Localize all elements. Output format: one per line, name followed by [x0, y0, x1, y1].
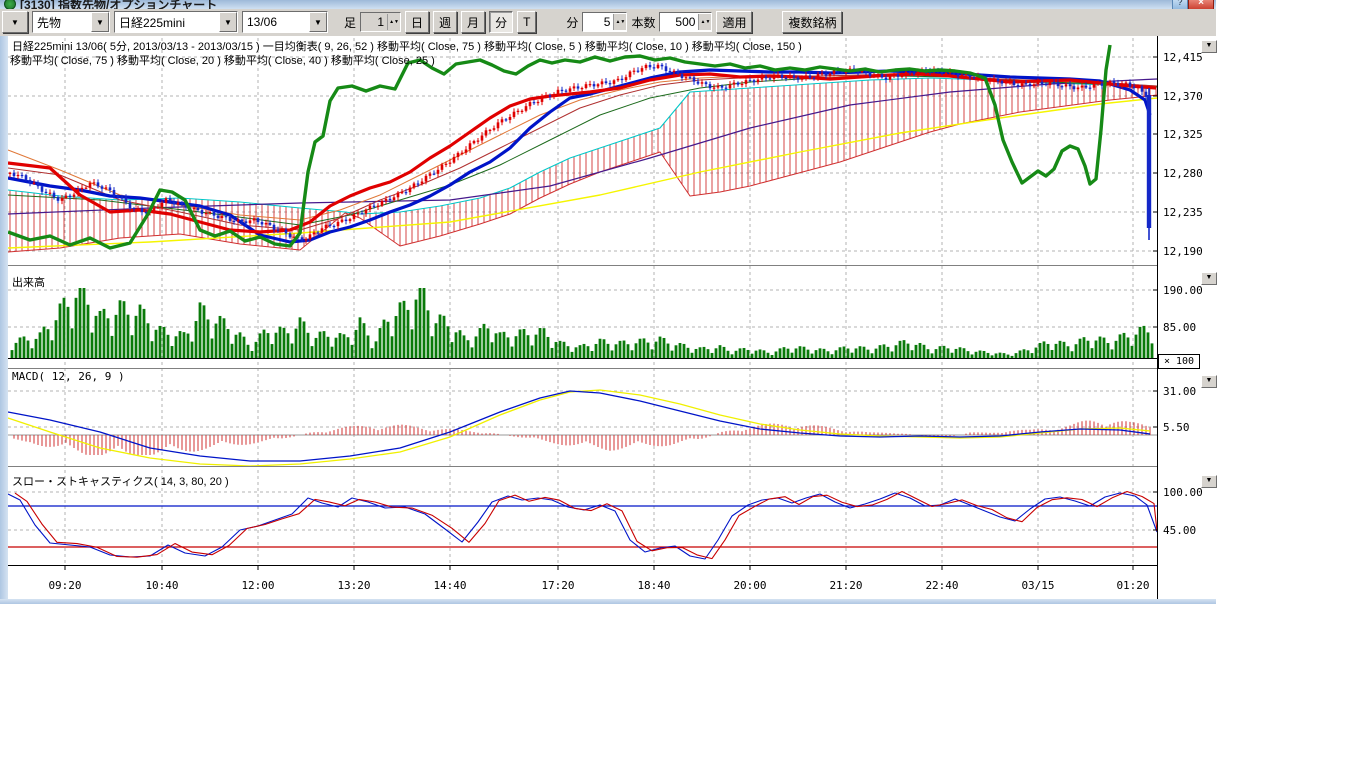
svg-text:09:20: 09:20	[48, 579, 81, 592]
bar-interval-value: 1	[361, 15, 387, 29]
svg-text:22:40: 22:40	[925, 579, 958, 592]
window-frame-left	[0, 36, 8, 599]
help-button[interactable]: ?	[1172, 0, 1188, 9]
symbol-value: 日経225mini	[115, 14, 189, 31]
svg-text:01:20: 01:20	[1116, 579, 1149, 592]
app-icon	[4, 0, 16, 9]
svg-text:13:20: 13:20	[337, 579, 370, 592]
period-day-button[interactable]: 日	[405, 11, 429, 33]
minute-value: 5	[583, 15, 613, 29]
svg-text:20:00: 20:00	[733, 579, 766, 592]
window-frame-bottom	[0, 599, 1216, 604]
chevron-down-icon: ▼	[11, 18, 19, 27]
svg-text:18:40: 18:40	[637, 579, 670, 592]
count-label: 本数	[631, 14, 655, 31]
chart-canvas[interactable]: 12,415 12,370 12,325 12,280 12,235 12,190 190.…	[0, 36, 1216, 604]
period-month-button[interactable]: 月	[461, 11, 485, 33]
minute-stepper[interactable]: 5 ▲▼	[582, 12, 627, 32]
svg-text:03/15: 03/15	[1021, 579, 1054, 592]
symbol-type-select[interactable]: 先物 ▼	[32, 11, 110, 33]
period-tick-button[interactable]: T	[517, 11, 536, 33]
titlebar[interactable]: [3130] 指数先物/オプションチャート ? ×	[0, 0, 1216, 9]
period-minute-button[interactable]: 分	[489, 11, 513, 33]
svg-text:190.00: 190.00	[1163, 284, 1203, 297]
symbol-menu-button[interactable]: ▼	[2, 11, 28, 33]
spinner-arrows-icon[interactable]: ▲▼	[698, 14, 711, 30]
period-week-button[interactable]: 週	[433, 11, 457, 33]
macd-pane-label: MACD( 12, 26, 9 )	[12, 370, 125, 383]
svg-text:12,235: 12,235	[1163, 206, 1203, 219]
stoch-pane-label: スロー・ストキャスティクス( 14, 3, 80, 20 )	[12, 473, 229, 489]
count-value: 500	[660, 15, 698, 29]
volume-multiplier-badge: × 100	[1158, 354, 1200, 369]
chart-area: 12,415 12,370 12,325 12,280 12,235 12,190 190.…	[0, 36, 1216, 604]
main-pane-menu-button[interactable]: ▼	[1201, 40, 1217, 53]
svg-text:100.00: 100.00	[1163, 486, 1203, 499]
symbol-type-value: 先物	[33, 14, 65, 31]
svg-text:12,415: 12,415	[1163, 51, 1203, 64]
window-title: [3130] 指数先物/オプションチャート	[20, 0, 217, 9]
svg-text:12,325: 12,325	[1163, 128, 1203, 141]
svg-text:12:00: 12:00	[241, 579, 274, 592]
svg-text:5.50: 5.50	[1163, 421, 1190, 434]
svg-text:21:20: 21:20	[829, 579, 862, 592]
chevron-down-icon: ▼	[91, 12, 109, 32]
contract-select[interactable]: 13/06 ▼	[242, 11, 328, 33]
volume-pane-label: 出来高	[12, 274, 45, 290]
svg-text:45.00: 45.00	[1163, 524, 1196, 537]
chart-window: [3130] 指数先物/オプションチャート ? × ▼ 先物 ▼ 日経225mi…	[0, 0, 1216, 604]
svg-text:17:20: 17:20	[541, 579, 574, 592]
symbol-select[interactable]: 日経225mini ▼	[114, 11, 238, 33]
svg-text:14:40: 14:40	[433, 579, 466, 592]
chart-header-line2: 移動平均( Close, 75 ) 移動平均( Close, 20 ) 移動平均…	[10, 52, 435, 68]
toolbar: ▼ 先物 ▼ 日経225mini ▼ 13/06 ▼ 足 1 ▲▼	[0, 9, 1216, 37]
svg-text:10:40: 10:40	[145, 579, 178, 592]
apply-button[interactable]: 適用	[716, 11, 752, 33]
volume-pane-menu-button[interactable]: ▼	[1201, 272, 1217, 285]
spinner-arrows-icon[interactable]: ▲▼	[387, 14, 400, 30]
bar-interval-stepper[interactable]: 1 ▲▼	[360, 12, 401, 32]
count-stepper[interactable]: 500 ▲▼	[659, 12, 712, 32]
svg-text:12,280: 12,280	[1163, 167, 1203, 180]
spinner-arrows-icon[interactable]: ▲▼	[613, 14, 626, 30]
chevron-down-icon: ▼	[309, 12, 327, 32]
bar-label: 足	[344, 14, 356, 31]
minute-label: 分	[566, 14, 578, 31]
svg-text:12,370: 12,370	[1163, 90, 1203, 103]
svg-text:31.00: 31.00	[1163, 385, 1196, 398]
stoch-pane-menu-button[interactable]: ▼	[1201, 475, 1217, 488]
chevron-down-icon: ▼	[219, 12, 237, 32]
close-button[interactable]: ×	[1188, 0, 1214, 9]
svg-text:12,190: 12,190	[1163, 245, 1203, 258]
svg-text:85.00: 85.00	[1163, 321, 1196, 334]
contract-value: 13/06	[243, 15, 281, 29]
multi-symbol-button[interactable]: 複数銘柄	[782, 11, 842, 33]
desktop: [3130] 指数先物/オプションチャート ? × ▼ 先物 ▼ 日経225mi…	[0, 0, 1366, 768]
macd-pane-menu-button[interactable]: ▼	[1201, 375, 1217, 388]
